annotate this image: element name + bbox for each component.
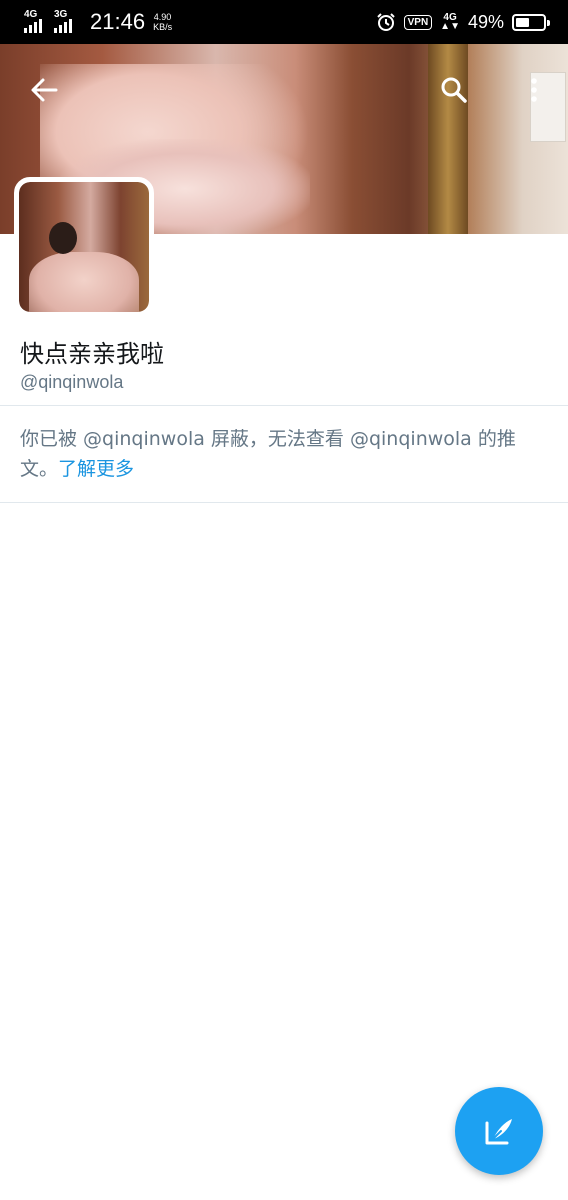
vpn-badge: VPN [403,14,433,30]
status-bar: 4G 3G 21:46 4.90 KB/s VPN 4G ▲▼ 49% [0,0,568,44]
search-icon [441,77,467,103]
compose-tweet-button[interactable] [455,1087,543,1175]
battery-percent: 49% [467,11,504,32]
profile-handle: @qinqinwola [20,372,124,392]
divider [0,405,568,406]
network-speed-unit: KB/s [153,22,173,32]
network-type-icon: 4G ▲▼ [440,12,460,32]
network-speed-value: 4.90 [153,12,172,22]
learn-more-link[interactable]: 了解更多 [58,458,134,480]
divider [0,502,568,503]
search-button[interactable] [430,66,478,114]
arrow-left-icon [31,78,58,102]
cell-signal-2-icon: 3G [54,9,80,33]
compose-tweet-icon [485,1119,512,1145]
more-vertical-icon [531,78,537,102]
status-bar-left: 4G 3G 21:46 4.90 KB/s [24,0,172,44]
avatar-image [19,182,149,312]
alarm-clock-icon [376,13,395,31]
clock: 21:46 [90,9,146,34]
profile-avatar[interactable] [14,177,154,317]
blocked-notice: 你已被 @qinqinwola 屏蔽，无法查看 @qinqinwola 的推文。… [20,424,550,484]
network-speed: 4.90 KB/s [153,12,172,32]
cell-signal-1-icon: 4G [24,9,50,33]
network-type-label: 4G [443,12,457,23]
status-bar-right: VPN 4G ▲▼ 49% [376,0,550,44]
more-options-button[interactable] [510,66,558,114]
back-button[interactable] [20,66,68,114]
profile-display-name: 快点亲亲我啦 [20,340,164,368]
battery-icon [512,13,550,31]
